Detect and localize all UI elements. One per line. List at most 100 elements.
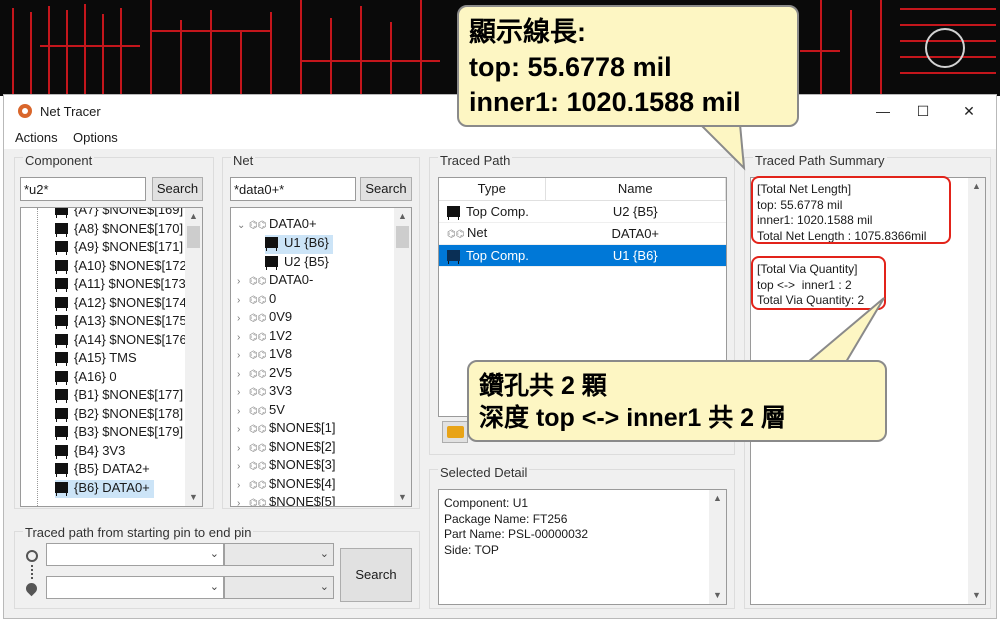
scroll-up-icon[interactable]: ▲: [394, 208, 411, 225]
callout-line: 顯示線長:: [469, 17, 586, 47]
net-icon: ⌬⌬: [249, 405, 267, 417]
table-row[interactable]: Top Comp. U1 {B6}: [439, 244, 726, 267]
expand-caret-icon[interactable]: ›: [237, 350, 249, 361]
expand-caret-icon[interactable]: ›: [237, 369, 249, 380]
component-list-item[interactable]: {B1} $NONE$[177]: [55, 387, 183, 406]
scroll-up-icon[interactable]: ▲: [709, 490, 726, 507]
close-button[interactable]: ✕: [946, 95, 992, 127]
net-icon: ⌬⌬: [249, 350, 267, 361]
scroll-down-icon[interactable]: ▼: [185, 489, 202, 506]
net-tree[interactable]: ⌄ ⌬⌬ DATA0+ U1 {B6} U2 {B5} › ⌬⌬ DATA0- › ⌬⌬ 0 ›…: [230, 207, 412, 507]
chip-icon: [55, 296, 68, 310]
component-list-item[interactable]: {A12} $NONE$[174]: [55, 295, 190, 314]
table-row[interactable]: ⌬⌬ Net DATA0+: [439, 222, 726, 245]
component-list-item[interactable]: {A15} TMS: [55, 350, 137, 369]
component-list-item[interactable]: {A10} $NONE$[172]: [55, 258, 190, 277]
expand-caret-icon[interactable]: ›: [237, 276, 249, 287]
component-list-item[interactable]: {A8} $NONE$[170]: [55, 221, 183, 240]
selected-detail-box[interactable]: Component: U1 Package Name: FT256 Part Nam…: [438, 489, 727, 605]
net-tree-root[interactable]: ⌄ ⌬⌬ DATA0+: [237, 216, 317, 235]
component-scrollbar[interactable]: ▲ ▼: [185, 208, 202, 506]
table-row[interactable]: Top Comp. U2 {B5}: [439, 200, 726, 223]
component-item-label: {A13} $NONE$[175]: [74, 313, 191, 328]
component-search-button[interactable]: Search: [152, 177, 203, 201]
net-icon: ⌬⌬: [249, 368, 267, 380]
component-list-item[interactable]: {A13} $NONE$[175]: [55, 313, 190, 332]
column-name[interactable]: Name: [545, 178, 726, 201]
net-item-label: $NONE$[5]: [269, 494, 336, 507]
expand-caret-icon[interactable]: ›: [237, 480, 249, 491]
net-tree-item[interactable]: › ⌬⌬ 0: [237, 291, 276, 310]
net-search-input[interactable]: *data0+*: [230, 177, 356, 201]
net-tree-item[interactable]: › ⌬⌬ $NONE$[5]: [237, 494, 336, 507]
component-list-item[interactable]: {B5} DATA2+: [55, 461, 150, 480]
net-tree-item[interactable]: › ⌬⌬ $NONE$[3]: [237, 457, 335, 476]
summary-scrollbar[interactable]: ▲ ▼: [968, 178, 985, 604]
expand-caret-icon[interactable]: ›: [237, 443, 249, 454]
net-tree-child[interactable]: U2 {B5}: [265, 254, 329, 273]
menu-options[interactable]: Options: [73, 130, 118, 145]
chip-icon: [55, 208, 68, 217]
component-list-item[interactable]: {B3} $NONE$[179]: [55, 424, 183, 443]
expand-caret-icon[interactable]: ›: [237, 387, 249, 398]
net-tree-item[interactable]: › ⌬⌬ 5V: [237, 402, 285, 421]
row-name: U1 {B6}: [545, 244, 726, 267]
net-tree-item[interactable]: › ⌬⌬ 3V3: [237, 383, 292, 402]
net-icon: ⌬⌬: [249, 220, 267, 231]
component-item-label: {A16} 0: [74, 368, 117, 384]
open-folder-button[interactable]: [442, 421, 468, 443]
expand-caret-icon[interactable]: ›: [237, 498, 249, 506]
scroll-down-icon[interactable]: ▼: [709, 587, 726, 604]
net-tree-item[interactable]: › ⌬⌬ 1V8: [237, 346, 292, 365]
chevron-down-icon: ⌄: [209, 548, 219, 560]
start-pin-select[interactable]: ⌄: [224, 543, 334, 566]
net-tree-item[interactable]: › ⌬⌬ 0V9: [237, 309, 292, 328]
component-list-item[interactable]: {A11} $NONE$[173]: [55, 276, 189, 295]
path-search-button[interactable]: Search: [340, 548, 412, 602]
component-list[interactable]: {A7} $NONE$[169] {A8} $NONE$[170] {A9} $NO…: [20, 207, 203, 507]
expand-caret-icon[interactable]: ›: [237, 313, 249, 324]
start-component-select[interactable]: ⌄: [46, 543, 224, 566]
end-component-select[interactable]: ⌄: [46, 576, 224, 599]
component-list-item[interactable]: {A9} $NONE$[171]: [55, 239, 183, 258]
net-tree-item[interactable]: › ⌬⌬ 1V2: [237, 328, 292, 347]
net-scrollbar[interactable]: ▲ ▼: [394, 208, 411, 506]
menu-actions[interactable]: Actions: [15, 130, 58, 145]
scroll-up-icon[interactable]: ▲: [968, 178, 985, 195]
scroll-thumb[interactable]: [187, 226, 200, 248]
component-list-item[interactable]: {B2} $NONE$[178]: [55, 406, 183, 425]
net-search-button[interactable]: Search: [360, 177, 412, 201]
expand-caret-icon[interactable]: ›: [237, 461, 249, 472]
scroll-thumb[interactable]: [396, 226, 409, 248]
net-tree-item[interactable]: › ⌬⌬ $NONE$[4]: [237, 476, 335, 495]
net-tree-item[interactable]: › ⌬⌬ 2V5: [237, 365, 292, 384]
component-search-input[interactable]: *u2*: [20, 177, 146, 201]
menu-bar: Actions Options: [4, 127, 996, 149]
component-list-item[interactable]: {A16} 0: [55, 369, 117, 388]
scroll-down-icon[interactable]: ▼: [394, 489, 411, 506]
net-tree-child[interactable]: U1 {B6}: [265, 235, 333, 254]
component-list-item[interactable]: {A7} $NONE$[169]: [55, 208, 183, 221]
folder-icon: [447, 426, 464, 438]
component-list-item[interactable]: {B6} DATA0+: [55, 479, 154, 498]
maximize-button[interactable]: ☐: [900, 95, 946, 127]
end-pin-select[interactable]: ⌄: [224, 576, 334, 599]
expand-caret-icon[interactable]: ›: [237, 295, 249, 306]
expand-caret-icon[interactable]: ›: [237, 406, 249, 417]
net-icon: ⌬⌬: [447, 229, 465, 240]
expand-caret-icon[interactable]: ›: [237, 424, 249, 435]
net-tree-item[interactable]: › ⌬⌬ $NONE$[1]: [237, 420, 335, 439]
scroll-down-icon[interactable]: ▼: [968, 587, 985, 604]
expand-caret-icon: ⌄: [237, 220, 246, 231]
component-list-item[interactable]: {A14} $NONE$[176]: [55, 332, 190, 351]
component-list-item[interactable]: {B4} 3V3: [55, 443, 125, 462]
column-type[interactable]: Type: [439, 178, 546, 201]
net-tree-item[interactable]: › ⌬⌬ DATA0-: [237, 272, 313, 291]
detail-scrollbar[interactable]: ▲ ▼: [709, 490, 726, 604]
component-item-label: {A9} $NONE$[171]: [74, 239, 184, 254]
net-tree-item[interactable]: › ⌬⌬ $NONE$[2]: [237, 439, 335, 458]
chip-icon: [55, 352, 68, 365]
start-pin-icon: [26, 550, 38, 562]
scroll-up-icon[interactable]: ▲: [185, 208, 202, 225]
expand-caret-icon[interactable]: ›: [237, 332, 249, 343]
